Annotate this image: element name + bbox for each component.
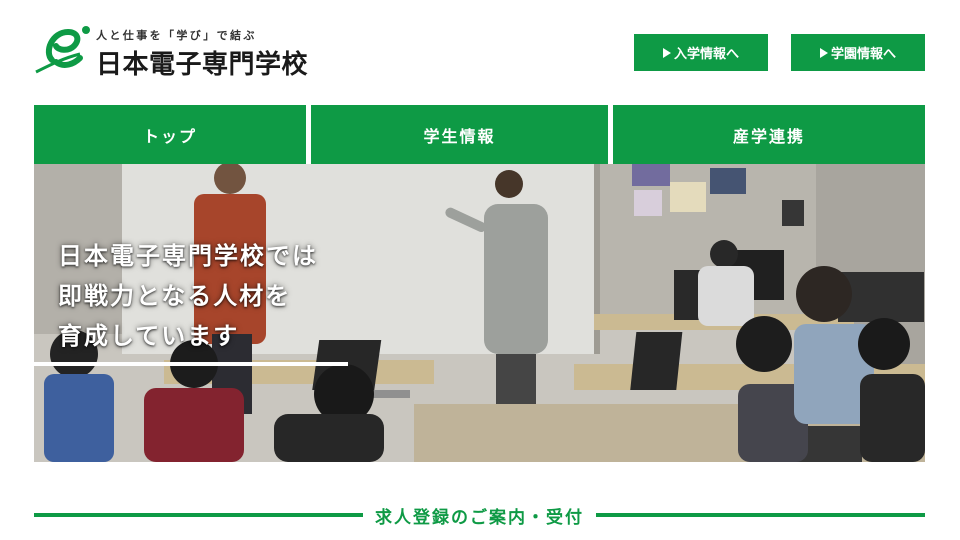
campus-info-button[interactable]: 学園情報へ [791, 34, 925, 71]
admission-info-button[interactable]: 入学情報へ [634, 34, 768, 71]
main-nav: トップ 学生情報 産学連携 [34, 105, 925, 164]
triangle-right-icon [662, 47, 671, 58]
site-logo[interactable]: 人と仕事を「学び」で結ぶ 日本電子専門学校 [34, 24, 324, 80]
hero-line-2: 即戦力となる人材を [58, 282, 292, 310]
hero-headline: 日本電子専門学校では 即戦力となる人材を 育成しています [58, 236, 318, 356]
triangle-right-icon [819, 47, 828, 58]
section-heading: 求人登録のご案内・受付 [34, 500, 925, 530]
admission-info-label: 入学情報へ [673, 47, 739, 62]
school-name: 日本電子専門学校 [96, 50, 309, 80]
e-leaf-logo-icon [35, 26, 90, 74]
site-header: 人と仕事を「学び」で結ぶ 日本電子専門学校 入学情報へ 学園情報へ [0, 0, 960, 100]
campus-info-label: 学園情報へ [830, 47, 896, 62]
hero-underline [34, 362, 348, 366]
hero-line-3: 育成しています [58, 322, 240, 350]
section-heading-title: 求人登録のご案内・受付 [375, 507, 584, 528]
nav-item-top[interactable]: トップ [34, 105, 306, 164]
nav-item-industry-collab[interactable]: 産学連携 [613, 105, 925, 164]
hero-line-1: 日本電子専門学校では [58, 242, 318, 270]
nav-item-student-info[interactable]: 学生情報 [311, 105, 608, 164]
section-heading-right-line [596, 513, 925, 517]
section-heading-left-line [34, 513, 363, 517]
hero-banner: 日本電子専門学校では 即戦力となる人材を 育成しています [34, 164, 925, 462]
tagline: 人と仕事を「学び」で結ぶ [96, 29, 257, 42]
